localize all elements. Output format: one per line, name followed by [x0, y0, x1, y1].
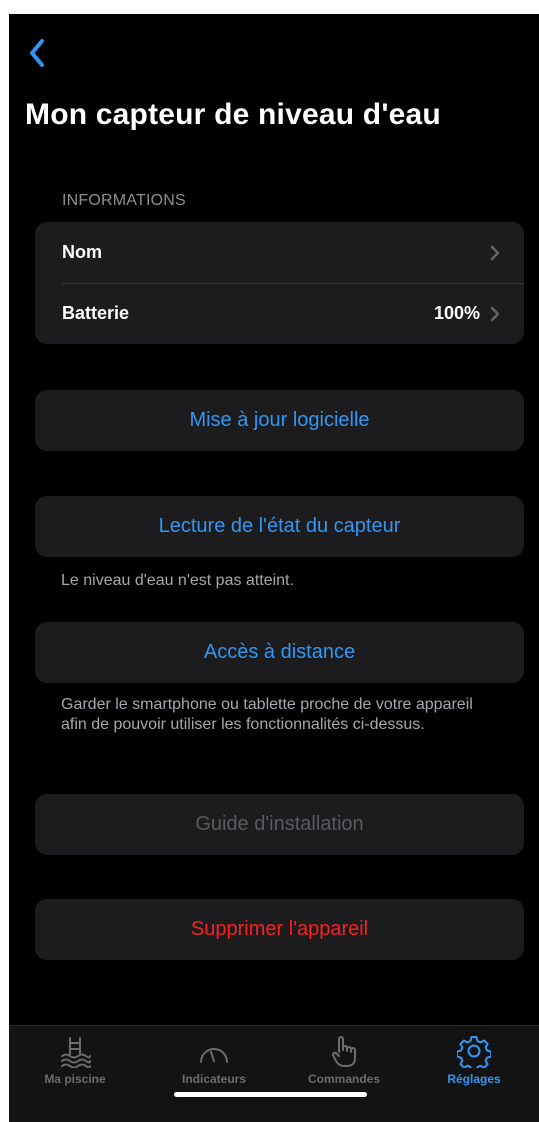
tab-reglages[interactable]: Réglages	[414, 1034, 534, 1086]
tab-commandes[interactable]: Commandes	[284, 1034, 404, 1086]
remote-access-button[interactable]: Accès à distance	[35, 622, 524, 683]
tab-label: Indicateurs	[181, 1072, 247, 1086]
battery-value: 100%	[433, 303, 480, 323]
chevron-left-icon	[30, 39, 44, 67]
remote-access-note: Garder le smartphone ou tablette proche …	[61, 696, 473, 733]
page-title: Mon capteur de niveau d'eau	[25, 98, 441, 131]
informations-group: Nom Batterie 100%	[35, 222, 524, 344]
gauge-icon	[200, 1048, 228, 1063]
home-indicator	[174, 1092, 367, 1097]
settings-screen: Mon capteur de niveau d'eau INFORMATIONS…	[9, 14, 539, 1122]
chevron-right-icon	[490, 245, 500, 260]
pool-ladder-icon	[61, 1037, 91, 1068]
delete-device-button[interactable]: Supprimer l'appareil	[35, 899, 524, 960]
tab-indicateurs[interactable]: Indicateurs	[154, 1034, 274, 1086]
section-header-informations: INFORMATIONS	[62, 192, 186, 209]
row-batterie[interactable]: Batterie 100%	[35, 283, 524, 344]
hand-pointer-icon	[332, 1036, 356, 1067]
tab-label: Commandes	[307, 1072, 381, 1086]
chevron-right-icon	[490, 306, 500, 321]
software-update-button[interactable]: Mise à jour logicielle	[35, 390, 524, 451]
row-label: Batterie	[62, 303, 130, 323]
installation-guide-button[interactable]: Guide d'installation	[35, 794, 524, 855]
sensor-state-note: Le niveau d'eau n'est pas atteint.	[61, 572, 294, 589]
back-button[interactable]	[23, 36, 51, 70]
tab-ma-piscine[interactable]: Ma piscine	[15, 1034, 135, 1086]
gear-icon	[457, 1036, 491, 1068]
tab-bar: Ma piscine Indicateurs Commandes Réglage…	[9, 1025, 539, 1122]
tab-label: Ma piscine	[44, 1072, 106, 1086]
read-sensor-state-button[interactable]: Lecture de l'état du capteur	[35, 496, 524, 557]
tab-label: Réglages	[447, 1072, 501, 1086]
row-label: Nom	[62, 242, 102, 262]
row-nom[interactable]: Nom	[35, 222, 524, 283]
